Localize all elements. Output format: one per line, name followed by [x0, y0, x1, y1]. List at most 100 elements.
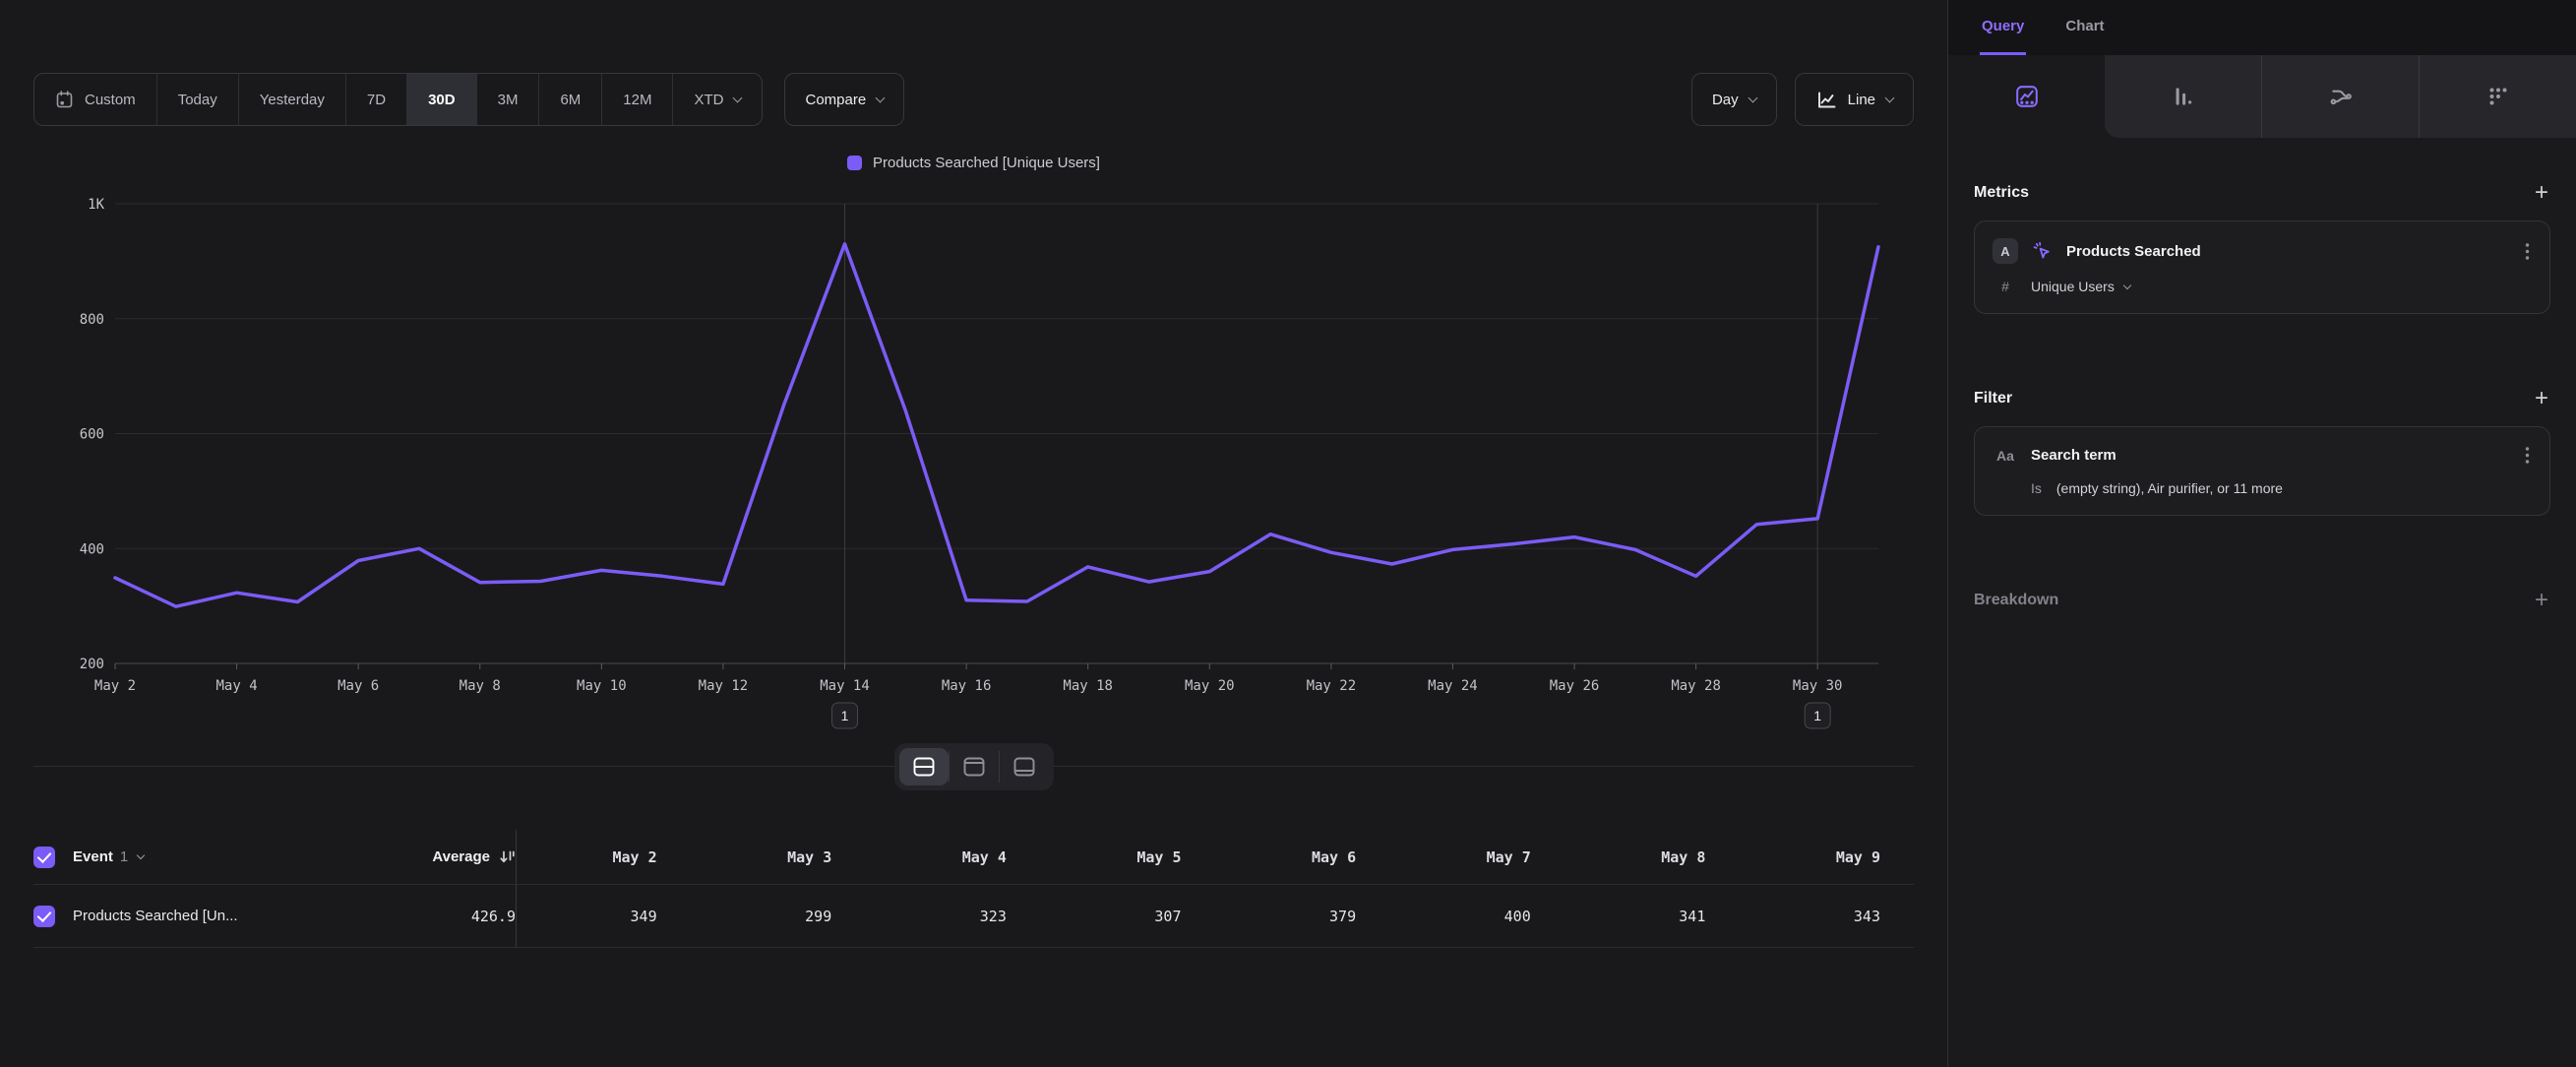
range-3m[interactable]: 3M [477, 74, 540, 125]
main-panel: Custom Today Yesterday 7D30D 3M 6M 12MXTD Comp… [0, 0, 1948, 1067]
table-col-header[interactable]: May 8 [1564, 830, 1740, 884]
add-metric-button[interactable]: + [2533, 181, 2550, 205]
event-label: Event [73, 848, 113, 865]
y-axis-tick-label: 1K [88, 197, 104, 213]
average-label: Average [432, 848, 490, 865]
range-label: Yesterday [260, 92, 325, 108]
x-axis-tick-label: May 14 [820, 678, 870, 694]
x-axis-tick-label: May 22 [1307, 678, 1357, 694]
range-label: 6M [560, 92, 581, 108]
x-axis-tick-label: May 30 [1793, 678, 1843, 694]
x-axis-tick-label: May 24 [1428, 678, 1478, 694]
filter-operator: Is [2031, 480, 2042, 496]
filter-property-name: Search term [2031, 447, 2510, 464]
chart-type-button[interactable]: Line [1795, 73, 1914, 126]
x-axis-tick-label: May 26 [1550, 678, 1600, 694]
svg-text:1: 1 [1813, 708, 1821, 723]
tab-chart[interactable]: Chart [2063, 0, 2106, 55]
filter-card[interactable]: Aa Search term Is (empty string), Air pu… [1974, 426, 2550, 516]
aggregation-dropdown[interactable]: Unique Users [2031, 279, 2130, 294]
line-chart-svg: 1K80060040020011May 2May 4May 6May 8May … [33, 189, 1915, 742]
granularity-button[interactable]: Day [1691, 73, 1777, 126]
average-header-cell[interactable]: Average [358, 830, 516, 884]
range-30d[interactable]: 30D [407, 74, 477, 125]
metric-menu-button[interactable] [2523, 240, 2532, 263]
tab-insights[interactable] [1948, 55, 2105, 138]
range-today[interactable]: Today [157, 74, 239, 125]
range-yesterday[interactable]: Yesterday [239, 74, 346, 125]
table-cell: 349 [516, 885, 691, 947]
flows-icon [2328, 84, 2354, 109]
metric-letter-badge: A [1993, 238, 2018, 264]
annotation-badge[interactable]: 1 [832, 703, 858, 728]
app: Custom Today Yesterday 7D30D 3M 6M 12MXTD Comp… [0, 0, 2576, 1067]
metrics-title: Metrics [1974, 184, 2029, 202]
range-6m[interactable]: 6M [539, 74, 602, 125]
chart-legend[interactable]: Products Searched [Unique Users] [33, 152, 1914, 173]
sidebar-content: Metrics + A Products Searched [1948, 138, 2576, 612]
table-cell: 323 [865, 885, 1040, 947]
line-chart[interactable]: 1K80060040020011May 2May 4May 6May 8May … [33, 189, 1914, 742]
data-series-line [115, 244, 1878, 606]
date-range-segmented-control: Custom Today Yesterday 7D30D 3M 6M 12MXTD [33, 73, 763, 126]
tab-flows[interactable] [2261, 55, 2419, 138]
tab-funnels[interactable] [2105, 55, 2261, 138]
range-label: 3M [498, 92, 519, 108]
tab-query[interactable]: Query [1980, 0, 2026, 55]
annotation-badge[interactable]: 1 [1805, 703, 1830, 728]
table-col-header[interactable]: May 9 [1739, 830, 1914, 884]
range-7d[interactable]: 7D [346, 74, 407, 125]
x-axis-tick-label: May 2 [94, 678, 136, 694]
chevron-down-icon [1748, 93, 1757, 102]
y-axis-tick-label: 200 [80, 657, 104, 672]
x-axis-tick-label: May 8 [460, 678, 501, 694]
average-value: 426.9 [471, 908, 516, 925]
chevron-down-icon [2123, 281, 2131, 288]
metric-name: Products Searched [2066, 243, 2510, 260]
chevron-down-icon [876, 93, 886, 102]
layout-split-view-button[interactable] [899, 748, 949, 785]
event-dropdown[interactable]: Event 1 [73, 848, 144, 865]
table-col-header[interactable]: May 3 [691, 830, 866, 884]
add-breakdown-button[interactable]: + [2533, 589, 2550, 612]
table-cell: 343 [1739, 885, 1914, 947]
compare-button[interactable]: Compare [784, 73, 904, 126]
number-icon: # [1993, 279, 2018, 294]
select-all-checkbox[interactable] [33, 847, 55, 868]
table-col-header[interactable]: May 7 [1389, 830, 1564, 884]
event-header-cell: Event 1 [33, 830, 358, 884]
add-filter-button[interactable]: + [2533, 387, 2550, 410]
series-checkbox[interactable] [33, 906, 55, 927]
range-custom[interactable]: Custom [34, 74, 157, 125]
x-axis-tick-label: May 16 [942, 678, 992, 694]
average-value-cell: 426.9 [358, 885, 516, 947]
insights-icon [2014, 84, 2040, 109]
table-col-header[interactable]: May 2 [516, 830, 691, 884]
table-cell: 307 [1040, 885, 1215, 947]
tab-retention[interactable] [2419, 55, 2576, 138]
breakdown-title: Breakdown [1974, 592, 2058, 609]
table-col-header[interactable]: May 4 [865, 830, 1040, 884]
retention-icon [2485, 84, 2511, 109]
layout-chart-focus-button[interactable] [950, 748, 999, 785]
range-12m[interactable]: 12M [602, 74, 673, 125]
metric-card-header: A Products Searched [1993, 238, 2532, 264]
table-col-header[interactable]: May 5 [1040, 830, 1215, 884]
legend-swatch [847, 156, 862, 170]
range-label: Today [178, 92, 217, 108]
event-click-icon [2031, 240, 2054, 263]
series-name: Products Searched [Un... [73, 908, 238, 924]
layout-table-focus-button[interactable] [1000, 748, 1049, 785]
table-col-header[interactable]: May 6 [1215, 830, 1390, 884]
table-cell: 299 [691, 885, 866, 947]
svg-text:1: 1 [841, 708, 849, 723]
filter-value: (empty string), Air purifier, or 11 more [2056, 480, 2283, 496]
metric-aggregation-row: # Unique Users [1993, 279, 2532, 294]
metric-card[interactable]: A Products Searched [1974, 220, 2550, 314]
range-label: Custom [85, 92, 136, 108]
range-xtd[interactable]: XTD [673, 74, 762, 125]
series-name-cell: Products Searched [Un... [33, 885, 358, 947]
filter-menu-button[interactable] [2523, 444, 2532, 467]
legend-label: Products Searched [Unique Users] [873, 155, 1100, 171]
table-cell: 400 [1389, 885, 1564, 947]
